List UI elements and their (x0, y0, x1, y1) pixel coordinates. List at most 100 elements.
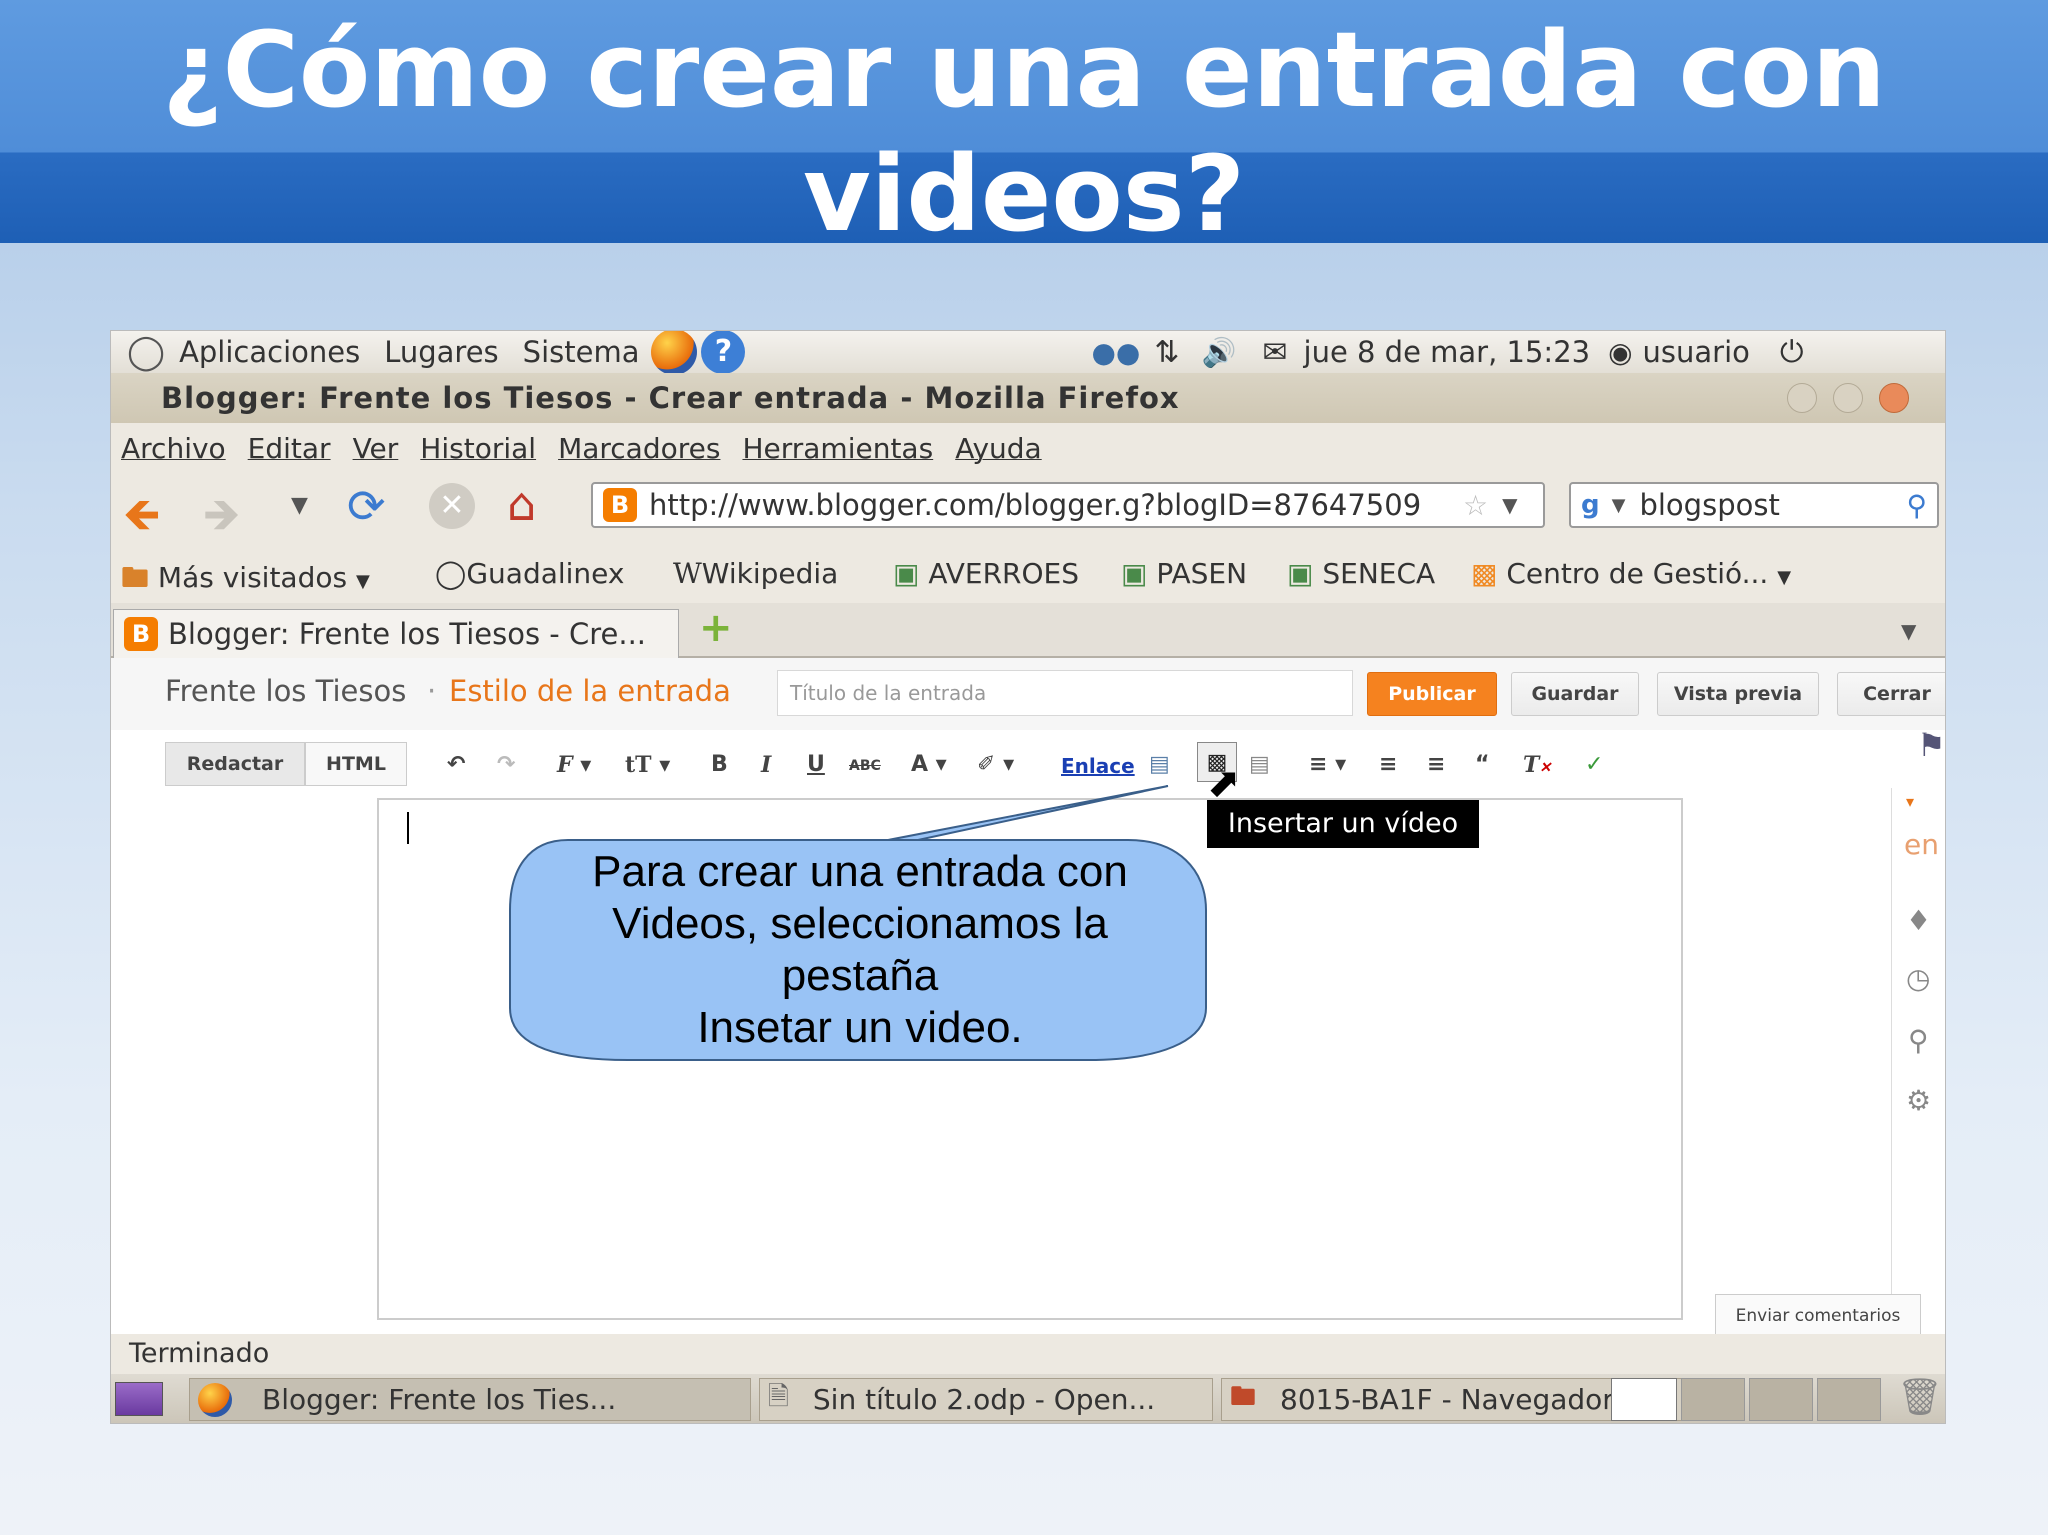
user-status-icon[interactable]: ◉ (1608, 336, 1632, 369)
transfer-arrows-icon[interactable]: ⇅ (1154, 335, 1179, 370)
gnome-foot-icon[interactable]: ◯ (127, 332, 165, 372)
close-icon[interactable] (1879, 383, 1909, 413)
tab-blogger[interactable]: B Blogger: Frente los Tiesos - Cre... (113, 609, 679, 658)
menu-aplicaciones[interactable]: Aplicaciones (179, 335, 360, 369)
bookmark-mas-visitados[interactable]: 🖿 Más visitados ▼ (121, 557, 370, 605)
save-button[interactable]: Guardar (1511, 672, 1639, 716)
reload-icon[interactable]: ⟳ (347, 479, 386, 533)
slide-title-line-1: ¿Cómo crear una entrada con (162, 9, 1886, 131)
tab-label: Blogger: Frente los Tiesos - Cre... (168, 617, 647, 651)
font-family-icon[interactable]: F ▾ (557, 752, 591, 778)
search-icon[interactable]: ⚲ (1906, 489, 1927, 522)
url-dropdown-icon[interactable]: ▼ (1502, 493, 1517, 517)
menu-marcadores[interactable]: Marcadores (558, 432, 720, 465)
undo-icon[interactable]: ↶ (447, 752, 465, 777)
callout-line-4: Insetar un video. (697, 1003, 1023, 1052)
spellcheck-icon[interactable]: ✓ (1585, 752, 1603, 777)
bullet-list-icon[interactable]: ≡ (1427, 752, 1445, 777)
tab-bar: B Blogger: Frente los Tiesos - Cre... + … (111, 603, 1945, 658)
font-size-icon[interactable]: tT ▾ (625, 752, 670, 778)
preview-button[interactable]: Vista previa (1657, 672, 1819, 716)
html-mode-button[interactable]: HTML (305, 742, 407, 786)
menu-lugares[interactable]: Lugares (384, 335, 498, 369)
menu-editar[interactable]: Editar (248, 432, 331, 465)
volume-icon[interactable]: 🔊 (1202, 336, 1237, 369)
search-input[interactable]: blogspost (1639, 488, 1906, 522)
quote-icon[interactable]: “ (1475, 752, 1489, 777)
compose-mode-button[interactable]: Redactar (165, 742, 305, 786)
feedback-button[interactable]: Enviar comentarios (1715, 1294, 1921, 1338)
tab-list-dropdown-icon[interactable]: ▼ (1901, 619, 1916, 643)
home-icon[interactable]: ⌂ (507, 477, 536, 531)
menu-herramientas[interactable]: Herramientas (742, 432, 933, 465)
menubar: Archivo Editar Ver Historial Marcadores … (111, 423, 1945, 473)
redo-icon[interactable]: ↷ (497, 752, 515, 777)
blogger-favicon-icon: B (603, 488, 637, 522)
url-bar[interactable]: B http://www.blogger.com/blogger.g?blogI… (591, 482, 1545, 528)
numbered-list-icon[interactable]: ≡ (1379, 752, 1397, 777)
google-engine-icon[interactable]: g (1581, 490, 1600, 520)
text-color-icon[interactable]: A ▾ (911, 752, 947, 777)
align-icon[interactable]: ≡ ▾ (1309, 752, 1346, 777)
network-users-icon[interactable]: ●● (1091, 336, 1140, 369)
menu-archivo[interactable]: Archivo (121, 432, 226, 465)
task-firefox[interactable]: Blogger: Frente los Ties... (189, 1378, 751, 1421)
menu-ayuda[interactable]: Ayuda (955, 432, 1042, 465)
bookmark-star-icon[interactable]: ☆ (1463, 489, 1488, 522)
close-button[interactable]: Cerrar (1837, 672, 1945, 716)
highlight-color-icon[interactable]: ✐ ▾ (977, 752, 1014, 777)
trash-icon[interactable]: 🗑 (1897, 1376, 1943, 1418)
jump-break-icon[interactable]: ▤ (1249, 752, 1270, 777)
power-icon[interactable]: ⏻ (1780, 335, 1804, 370)
underline-icon[interactable]: U (807, 752, 825, 777)
breadcrumb-separator: · (427, 674, 437, 708)
minimize-icon[interactable] (1787, 383, 1817, 413)
bold-icon[interactable]: B (711, 752, 728, 777)
search-bar[interactable]: g ▼ blogspost ⚲ (1569, 482, 1939, 528)
italic-icon[interactable]: I (761, 752, 771, 778)
publish-button[interactable]: Publicar (1367, 672, 1497, 716)
show-desktop-icon[interactable] (115, 1382, 163, 1416)
workspace-2[interactable] (1681, 1378, 1745, 1421)
sidebar-flag-icon[interactable]: ⚑ (1917, 726, 1945, 764)
clock[interactable]: jue 8 de mar, 15:23 (1304, 335, 1591, 369)
strikethrough-icon[interactable]: ABC (849, 758, 881, 774)
bookmark-pasen[interactable]: ▣ PASEN (1121, 557, 1247, 590)
sidebar-chevron-icon[interactable]: ▾ (1906, 792, 1914, 811)
firefox-launcher-icon[interactable] (651, 331, 698, 375)
engine-dropdown-icon[interactable]: ▼ (1612, 495, 1626, 516)
bookmark-centro-gestion[interactable]: ▩ Centro de Gestió... ▼ (1471, 557, 1791, 590)
clear-format-icon[interactable]: T✕ (1523, 752, 1551, 778)
user-name[interactable]: usuario (1643, 335, 1750, 369)
post-title-input[interactable]: Título de la entrada (777, 670, 1353, 716)
url-text[interactable]: http://www.blogger.com/blogger.g?blogID=… (649, 488, 1459, 522)
bookmark-seneca[interactable]: ▣ SENECA (1287, 557, 1435, 590)
link-button[interactable]: Enlace (1061, 754, 1135, 778)
blog-name[interactable]: Frente los Tiesos (165, 674, 406, 708)
bookmark-averroes[interactable]: ▣ AVERROES (893, 557, 1079, 590)
menu-sistema[interactable]: Sistema (523, 335, 640, 369)
location-pin-icon[interactable]: ⚲ (1908, 1024, 1929, 1057)
stop-icon[interactable]: ✕ (429, 483, 475, 529)
task-impress[interactable]: 🗎 Sin título 2.odp - Open... (759, 1378, 1213, 1421)
status-text: Terminado (129, 1338, 270, 1369)
menu-ver[interactable]: Ver (353, 432, 399, 465)
bookmark-guadalinex[interactable]: ◯Guadalinex (435, 557, 625, 590)
bookmarks-toolbar: 🖿 Más visitados ▼ ◯Guadalinex WWikipedia… (111, 543, 1945, 603)
maximize-icon[interactable] (1833, 383, 1863, 413)
post-section-title: Estilo de la entrada (449, 674, 731, 708)
workspace-3[interactable] (1749, 1378, 1813, 1421)
schedule-clock-icon[interactable]: ◷ (1906, 962, 1930, 995)
taskbar: Blogger: Frente los Ties... 🗎 Sin título… (111, 1374, 1945, 1423)
workspace-4[interactable] (1817, 1378, 1881, 1421)
help-icon[interactable]: ? (701, 331, 746, 374)
new-tab-icon[interactable]: + (699, 605, 733, 651)
bookmark-wikipedia[interactable]: WWikipedia (673, 557, 838, 590)
options-gear-icon[interactable]: ⚙ (1906, 1084, 1931, 1117)
menu-historial[interactable]: Historial (420, 432, 536, 465)
workspace-firefox-icon[interactable] (1611, 1378, 1677, 1421)
label-tag-icon[interactable]: ♦ (1906, 904, 1931, 937)
history-dropdown-icon[interactable]: ▼ (291, 493, 308, 518)
mail-icon[interactable]: ✉ (1262, 335, 1287, 370)
insert-image-icon[interactable]: ▤ (1149, 752, 1170, 777)
